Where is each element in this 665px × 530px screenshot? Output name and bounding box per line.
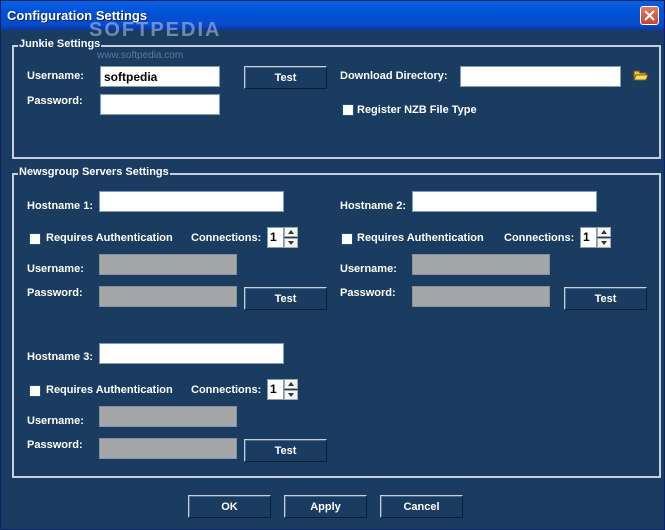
- hostname-3-label: Hostname 3:: [27, 351, 94, 363]
- junkie-test-button[interactable]: Test: [244, 66, 327, 89]
- chevron-down-icon: [601, 241, 607, 245]
- configuration-window: Configuration Settings SOFTPEDIA www.sof…: [0, 0, 665, 530]
- junkie-username-input[interactable]: [100, 66, 220, 87]
- server-1-connections-spinner[interactable]: 1: [267, 227, 299, 248]
- hostname-2-label: Hostname 2:: [340, 200, 407, 212]
- hostname-1-input[interactable]: [99, 191, 284, 212]
- server-1-password-input: [99, 286, 237, 307]
- chevron-down-icon: [288, 393, 294, 397]
- spin-down-button[interactable]: [284, 238, 298, 248]
- server-2-test-button[interactable]: Test: [564, 287, 647, 310]
- download-directory-input[interactable]: [460, 66, 621, 87]
- chevron-up-icon: [288, 230, 294, 234]
- junkie-settings-legend: Junkie Settings: [18, 38, 102, 51]
- cancel-button[interactable]: Cancel: [380, 495, 463, 518]
- register-nzb-label: Register NZB File Type: [357, 104, 477, 116]
- chevron-up-icon: [601, 230, 607, 234]
- server-2-auth-checkbox[interactable]: [341, 233, 353, 245]
- server-2-password-input: [412, 286, 550, 307]
- server-1-connections-label: Connections:: [191, 232, 262, 244]
- hostname-2-input[interactable]: [412, 191, 597, 212]
- server-1-username-label: Username:: [27, 263, 84, 275]
- hostname-3-input[interactable]: [99, 343, 284, 364]
- server-1-password-label: Password:: [27, 287, 83, 299]
- server-1-auth-checkbox[interactable]: [29, 233, 41, 245]
- server-3-test-button[interactable]: Test: [244, 439, 327, 462]
- close-icon: [644, 10, 655, 21]
- server-1-username-input: [99, 254, 237, 275]
- server-2-connections-label: Connections:: [504, 232, 575, 244]
- register-nzb-checkbox[interactable]: [342, 104, 354, 116]
- server-3-password-input: [99, 438, 237, 459]
- server-3-connections-label: Connections:: [191, 384, 262, 396]
- ok-button[interactable]: OK: [188, 495, 271, 518]
- spin-down-button[interactable]: [284, 390, 298, 400]
- server-2-auth-label: Requires Authentication: [357, 232, 484, 244]
- junkie-password-label: Password:: [27, 95, 83, 107]
- close-button[interactable]: [640, 6, 659, 25]
- server-3-username-input: [99, 406, 237, 427]
- server-2-connections-spinner[interactable]: 1: [580, 227, 612, 248]
- server-2-username-input: [412, 254, 550, 275]
- server-1-test-button[interactable]: Test: [244, 287, 327, 310]
- chevron-up-icon: [288, 382, 294, 386]
- spin-up-button[interactable]: [284, 379, 298, 389]
- chevron-down-icon: [288, 241, 294, 245]
- folder-open-icon[interactable]: [633, 68, 649, 82]
- junkie-username-label: Username:: [27, 70, 84, 82]
- server-3-auth-label: Requires Authentication: [46, 384, 173, 396]
- hostname-1-label: Hostname 1:: [27, 200, 94, 212]
- server-1-connections-value[interactable]: 1: [267, 227, 284, 248]
- server-2-connections-value[interactable]: 1: [580, 227, 597, 248]
- server-3-username-label: Username:: [27, 415, 84, 427]
- spin-up-button[interactable]: [597, 227, 611, 237]
- server-1-auth-label: Requires Authentication: [46, 232, 173, 244]
- server-3-connections-value[interactable]: 1: [267, 379, 284, 400]
- spin-up-button[interactable]: [284, 227, 298, 237]
- watermark: SOFTPEDIA: [89, 19, 222, 41]
- newsgroup-servers-group: [12, 173, 661, 478]
- junkie-password-input[interactable]: [100, 94, 220, 115]
- server-3-password-label: Password:: [27, 439, 83, 451]
- apply-button[interactable]: Apply: [284, 495, 367, 518]
- server-2-password-label: Password:: [340, 287, 396, 299]
- title-bar[interactable]: Configuration Settings SOFTPEDIA: [1, 1, 664, 41]
- spin-down-button[interactable]: [597, 238, 611, 248]
- newsgroup-servers-legend: Newsgroup Servers Settings: [18, 166, 170, 179]
- server-3-connections-spinner[interactable]: 1: [267, 379, 299, 400]
- server-3-auth-checkbox[interactable]: [29, 385, 41, 397]
- download-directory-label: Download Directory:: [340, 70, 448, 82]
- server-2-username-label: Username:: [340, 263, 397, 275]
